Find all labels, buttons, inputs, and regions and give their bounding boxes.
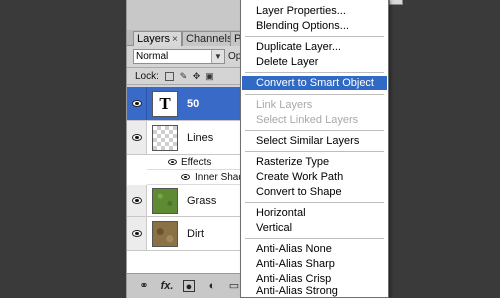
menu-item-horizontal[interactable]: Horizontal xyxy=(242,206,387,220)
menu-item-anti-alias-sharp[interactable]: Anti-Alias Sharp xyxy=(242,257,387,271)
menu-item-rasterize-type[interactable]: Rasterize Type xyxy=(242,155,387,169)
visibility-toggle[interactable] xyxy=(127,121,147,154)
styles-tab-edge xyxy=(389,0,403,5)
adjustment-icon[interactable]: ◐ xyxy=(205,280,219,292)
blend-mode-select[interactable]: Normal ▼ xyxy=(133,49,225,64)
fx-icon[interactable]: fx. xyxy=(159,280,175,292)
menu-separator xyxy=(245,151,384,152)
eye-icon[interactable] xyxy=(168,159,177,165)
lock-brush-icon[interactable]: ✎ xyxy=(179,72,188,81)
menu-item-link-layers: Link Layers xyxy=(256,99,313,111)
layer-name: Dirt xyxy=(187,227,205,240)
menu-separator xyxy=(245,238,384,239)
layer-name: Lines xyxy=(187,131,214,144)
visibility-toggle[interactable] xyxy=(127,87,147,120)
transparent-layer-thumbnail xyxy=(152,125,178,151)
menu-item-select-linked-layers: Select Linked Layers xyxy=(256,114,359,126)
menu-item-convert-to-smart-object[interactable]: Convert to Smart Object xyxy=(242,76,387,90)
menu-separator xyxy=(245,94,384,95)
eye-icon xyxy=(132,133,142,141)
grass-layer-thumbnail xyxy=(152,188,178,214)
effect-label: Inner Shad xyxy=(195,172,244,183)
menu-item-vertical[interactable]: Vertical xyxy=(242,221,387,235)
menu-item-delete-layer[interactable]: Delete Layer xyxy=(242,55,387,69)
folder-icon[interactable]: ▭ xyxy=(227,280,241,292)
eye-icon xyxy=(132,196,142,204)
effects-label: Effects xyxy=(181,157,212,168)
menu-item-blending-options[interactable]: Blending Options... xyxy=(242,19,387,33)
lock-all-icon[interactable]: ▣ xyxy=(205,72,214,81)
tab-close-icon[interactable]: × xyxy=(172,34,178,45)
layer-name: Grass xyxy=(187,194,217,207)
eye-icon[interactable] xyxy=(181,174,190,180)
menu-item-anti-alias-strong[interactable]: Anti-Alias Strong xyxy=(242,284,387,298)
tab-channels[interactable]: Channels xyxy=(182,31,237,46)
link-icon[interactable]: ⚭ xyxy=(137,280,151,292)
menu-item-select-similar-layers[interactable]: Select Similar Layers xyxy=(242,134,387,148)
visibility-toggle[interactable] xyxy=(127,185,147,216)
eye-icon xyxy=(132,99,142,107)
menu-separator xyxy=(245,36,384,37)
tab-layers-label: Layers xyxy=(137,33,171,45)
lock-transparency-icon[interactable] xyxy=(165,72,174,81)
menu-item-convert-to-shape[interactable]: Convert to Shape xyxy=(242,185,387,199)
layer-name: 50 xyxy=(187,97,200,110)
eye-icon xyxy=(132,229,142,237)
blend-mode-value: Normal xyxy=(136,51,169,62)
visibility-toggle[interactable] xyxy=(127,217,147,250)
menu-separator xyxy=(245,130,384,131)
mask-icon[interactable]: ● xyxy=(183,280,195,293)
lock-label: Lock: xyxy=(135,71,159,82)
menu-item-layer-properties[interactable]: Layer Properties... xyxy=(242,4,387,18)
dirt-layer-thumbnail xyxy=(152,221,178,247)
menu-separator xyxy=(245,72,384,73)
tab-layers[interactable]: Layers × xyxy=(133,31,182,46)
lock-move-icon[interactable]: ✥ xyxy=(192,72,201,81)
menu-separator xyxy=(245,202,384,203)
menu-item-create-work-path[interactable]: Create Work Path xyxy=(242,170,387,184)
layer-context-menu: Layer Properties... Blending Options... … xyxy=(240,0,389,298)
type-layer-thumbnail: T xyxy=(152,91,178,117)
menu-item-duplicate-layer[interactable]: Duplicate Layer... xyxy=(242,40,387,54)
tab-channels-label: Channels xyxy=(186,33,233,45)
menu-item-anti-alias-none[interactable]: Anti-Alias None xyxy=(242,242,387,256)
chevron-down-icon[interactable]: ▼ xyxy=(211,50,224,63)
